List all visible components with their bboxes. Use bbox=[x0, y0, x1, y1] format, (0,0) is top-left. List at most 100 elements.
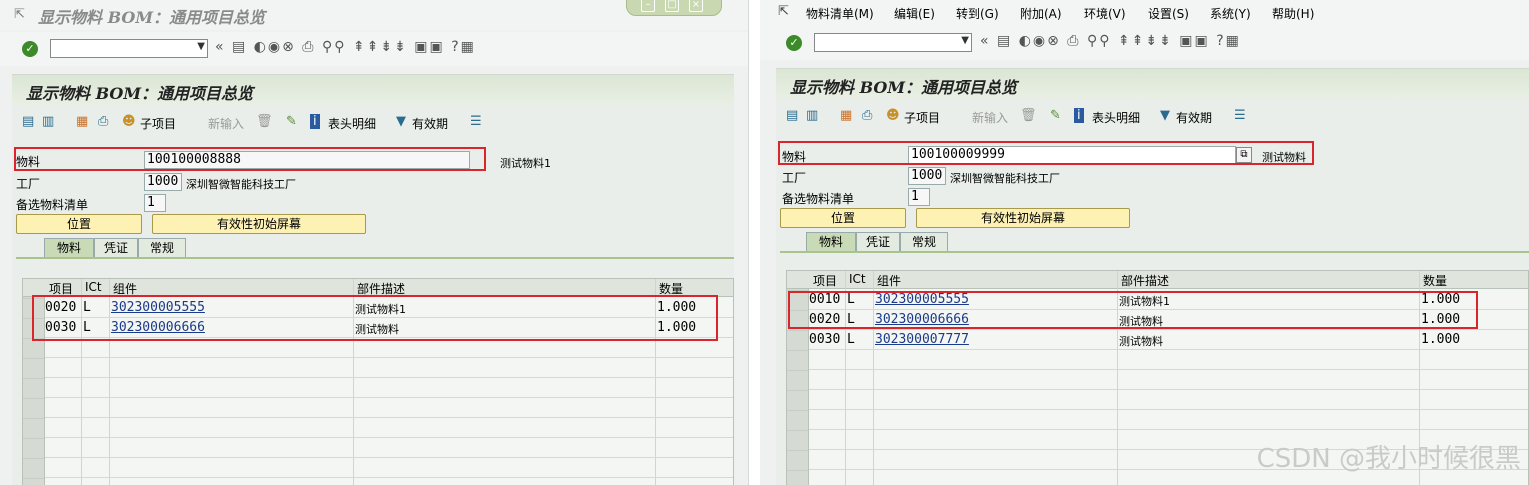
window-titlebar: ⇱ 显示物料 BOM：通用项目总览 – □ × bbox=[0, 0, 748, 30]
tab-underline bbox=[16, 257, 734, 259]
header-detail-button[interactable]: 表头明细 bbox=[328, 115, 376, 132]
command-field[interactable]: ▼ bbox=[50, 39, 208, 58]
col-item[interactable]: 项目 bbox=[813, 272, 837, 289]
alt-bom-field[interactable]: 1 bbox=[908, 188, 930, 206]
component-link[interactable]: 302300007777 bbox=[875, 332, 969, 347]
window-title: 显示物料 BOM：通用项目总览 bbox=[38, 8, 266, 27]
enter-check-icon[interactable]: ✓ bbox=[786, 35, 802, 51]
menu-edit[interactable]: 编辑(E) bbox=[894, 5, 935, 22]
info-icon[interactable]: i bbox=[1074, 108, 1084, 123]
system-toolbar-icons[interactable]: « ▤ ◐◉⊗ ⎙ ⚲⚲ ⇞⇞⇟⇟ ▣▣ ?▦ bbox=[215, 39, 476, 55]
close-icon[interactable]: × bbox=[689, 0, 703, 12]
filter-icon[interactable]: ▼ bbox=[1160, 108, 1170, 123]
screen-title-bar: 显示物料 BOM：通用项目总览 bbox=[12, 75, 734, 105]
tool-icon[interactable]: ✎ bbox=[286, 114, 297, 129]
col-component[interactable]: 组件 bbox=[877, 272, 901, 289]
subitem-icon[interactable]: ☻ bbox=[886, 108, 900, 123]
alt-bom-label: 备选物料清单 bbox=[782, 192, 855, 206]
chevron-down-icon[interactable]: ▼ bbox=[961, 35, 969, 46]
subitem-icon[interactable]: ☻ bbox=[122, 114, 136, 129]
page-title: 显示物料 BOM：通用项目总览 bbox=[790, 78, 1018, 97]
application-toolbar: ▤ ▥ ▦ ⎙ ☻ 子项目 新输入 🗑 ✎ i 表头明细 ▼ 有效期 ☰ bbox=[12, 105, 734, 137]
system-toolbar-icons[interactable]: « ▤ ◐◉⊗ ⎙ ⚲⚲ ⇞⇞⇟⇟ ▣▣ ?▦ bbox=[980, 33, 1241, 49]
tab-underline bbox=[780, 251, 1529, 253]
tab-document[interactable]: 凭证 bbox=[856, 232, 900, 252]
alt-bom-field[interactable]: 1 bbox=[144, 194, 166, 212]
header-detail-button[interactable]: 表头明细 bbox=[1092, 109, 1140, 126]
list-icon[interactable]: ☰ bbox=[1234, 108, 1246, 123]
menu-help[interactable]: 帮助(H) bbox=[1272, 5, 1314, 22]
bom-screen: 显示物料 BOM：通用项目总览 ▤ ▥ ▦ ⎙ ☻ 子项目 新输入 🗑 ✎ i … bbox=[776, 68, 1529, 485]
tab-material[interactable]: 物料 bbox=[44, 238, 94, 258]
plant-label: 工厂 bbox=[16, 177, 41, 191]
menu-system[interactable]: 系统(Y) bbox=[1210, 5, 1251, 22]
validity-button[interactable]: 有效期 bbox=[1176, 109, 1212, 126]
col-ict[interactable]: ICt bbox=[85, 280, 102, 294]
plant-field[interactable]: 1000 bbox=[144, 173, 182, 191]
validity-init-button[interactable]: 有效性初始屏幕 bbox=[152, 214, 366, 234]
menu-bom[interactable]: 物料清单(M) bbox=[806, 5, 874, 22]
filter-icon[interactable]: ▼ bbox=[396, 114, 406, 129]
plant-desc: 深圳智微智能科技工厂 bbox=[950, 172, 1060, 185]
exit-icon[interactable]: ⇱ bbox=[14, 7, 25, 22]
validity-init-button[interactable]: 有效性初始屏幕 bbox=[916, 208, 1130, 228]
new-entry-button[interactable]: 新输入 bbox=[972, 109, 1008, 126]
table-row[interactable]: 0030 L 302300007777 测试物料 1.000 bbox=[809, 330, 1528, 350]
position-button[interactable]: 位置 bbox=[780, 208, 906, 228]
enter-check-icon[interactable]: ✓ bbox=[22, 41, 38, 57]
highlight-box bbox=[788, 291, 1478, 329]
highlight-box bbox=[32, 295, 718, 341]
maximize-icon[interactable]: □ bbox=[665, 0, 679, 12]
left-sap-window: ⇱ 显示物料 BOM：通用项目总览 – □ × ✓ ▼ « ▤ ◐◉⊗ ⎙ ⚲⚲… bbox=[0, 0, 748, 485]
chevron-down-icon[interactable]: ▼ bbox=[197, 41, 205, 52]
bom-screen: 显示物料 BOM：通用项目总览 ▤ ▥ ▦ ⎙ ☻ 子项目 新输入 🗑 ✎ i … bbox=[12, 74, 734, 485]
col-description[interactable]: 部件描述 bbox=[1121, 272, 1169, 289]
tab-document[interactable]: 凭证 bbox=[94, 238, 138, 258]
position-button[interactable]: 位置 bbox=[16, 214, 142, 234]
print-icon[interactable]: ⎙ bbox=[98, 114, 108, 129]
list-icon[interactable]: ☰ bbox=[470, 114, 482, 129]
sub-item-button[interactable]: 子项目 bbox=[140, 115, 176, 132]
plant-desc: 深圳智微智能科技工厂 bbox=[186, 178, 296, 191]
highlight-box bbox=[778, 141, 1314, 165]
col-quantity[interactable]: 数量 bbox=[1423, 272, 1447, 289]
plant-field[interactable]: 1000 bbox=[908, 167, 946, 185]
menu-settings[interactable]: 设置(S) bbox=[1148, 5, 1189, 22]
menu-goto[interactable]: 转到(G) bbox=[956, 5, 999, 22]
table-header: 项目 ICt 组件 部件描述 数量 bbox=[787, 271, 1528, 289]
system-toolbar: ✓ ▼ « ▤ ◐◉⊗ ⎙ ⚲⚲ ⇞⇞⇟⇟ ▣▣ ?▦ bbox=[0, 32, 748, 66]
save-icon[interactable]: ▦ bbox=[840, 108, 852, 123]
menu-environment[interactable]: 环境(V) bbox=[1084, 5, 1126, 22]
print-icon[interactable]: ⎙ bbox=[862, 108, 872, 123]
sub-item-button[interactable]: 子项目 bbox=[904, 109, 940, 126]
screen-title-bar: 显示物料 BOM：通用项目总览 bbox=[776, 69, 1529, 99]
minimize-icon[interactable]: – bbox=[641, 0, 655, 12]
plant-label: 工厂 bbox=[782, 171, 807, 185]
tab-material[interactable]: 物料 bbox=[806, 232, 856, 252]
tool-icon[interactable]: ✎ bbox=[1050, 108, 1061, 123]
trash-icon[interactable]: 🗑 bbox=[256, 114, 273, 129]
tab-general[interactable]: 常规 bbox=[138, 238, 186, 258]
trash-icon[interactable]: 🗑 bbox=[1020, 108, 1037, 123]
other-bom-icon[interactable]: ▥ bbox=[806, 108, 818, 123]
material-desc: 测试物料1 bbox=[500, 157, 551, 170]
page-title: 显示物料 BOM：通用项目总览 bbox=[26, 84, 254, 103]
display-change-icon[interactable]: ▤ bbox=[786, 108, 798, 123]
save-icon[interactable]: ▦ bbox=[76, 114, 88, 129]
watermark: CSDN @我小时候很黑 bbox=[1256, 444, 1521, 474]
new-entry-button[interactable]: 新输入 bbox=[208, 115, 244, 132]
display-change-icon[interactable]: ▤ bbox=[22, 114, 34, 129]
application-toolbar: ▤ ▥ ▦ ⎙ ☻ 子项目 新输入 🗑 ✎ i 表头明细 ▼ 有效期 ☰ bbox=[776, 99, 1529, 131]
panel-divider bbox=[748, 0, 760, 485]
highlight-box bbox=[14, 147, 486, 171]
menu-bar: ⇱ 物料清单(M) 编辑(E) 转到(G) 附加(A) 环境(V) 设置(S) … bbox=[760, 0, 1529, 26]
menu-extras[interactable]: 附加(A) bbox=[1020, 5, 1062, 22]
command-field[interactable]: ▼ bbox=[814, 33, 972, 52]
tab-general[interactable]: 常规 bbox=[900, 232, 948, 252]
info-icon[interactable]: i bbox=[310, 114, 320, 129]
validity-button[interactable]: 有效期 bbox=[412, 115, 448, 132]
tab-strip: 物料 凭证 常规 bbox=[30, 238, 230, 258]
col-ict[interactable]: ICt bbox=[849, 272, 866, 286]
exit-icon[interactable]: ⇱ bbox=[778, 4, 789, 19]
other-bom-icon[interactable]: ▥ bbox=[42, 114, 54, 129]
